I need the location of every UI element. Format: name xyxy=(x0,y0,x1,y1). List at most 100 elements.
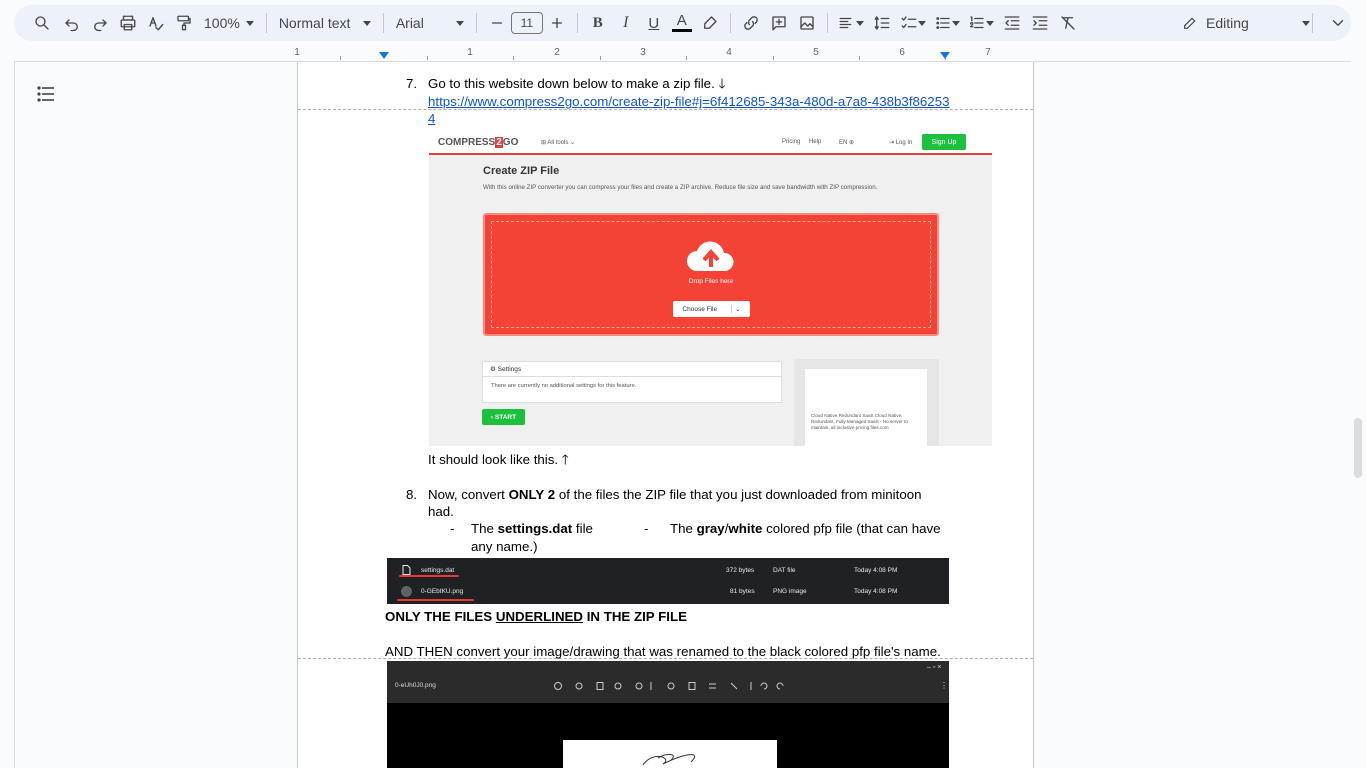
sub2-pre: The xyxy=(670,521,697,536)
bullet-list-icon[interactable] xyxy=(930,9,964,37)
text-color-glyph: A xyxy=(676,12,687,29)
look-like-text: It should look like this. 🡑 xyxy=(428,452,569,467)
ruler-number: 6 xyxy=(899,47,905,58)
file-date: Today 4:08 PM xyxy=(854,567,898,574)
ruler-number: 1 xyxy=(467,47,473,58)
s1-title: Create ZIP File xyxy=(483,165,560,177)
font-select[interactable]: Arial xyxy=(390,9,470,37)
viewer-filename: 0-eUh0J0.png xyxy=(395,682,436,689)
list-number-8: 8. xyxy=(406,487,418,502)
ruler-mark xyxy=(513,56,514,60)
file-name: settings.dat xyxy=(421,567,455,574)
checklist-caret-icon xyxy=(917,20,926,26)
undo-icon[interactable] xyxy=(58,9,86,37)
item8-text: Now, convert ONLY 2 of the files the ZIP… xyxy=(428,486,922,503)
line-spacing-icon[interactable] xyxy=(868,9,896,37)
ruler-number: 7 xyxy=(985,47,991,58)
text-color-button[interactable]: A xyxy=(668,9,696,37)
and-then-text: AND THEN convert your image/drawing that… xyxy=(385,644,941,659)
compress2go-link-cont[interactable]: 4 xyxy=(428,110,435,127)
document-outline-icon[interactable] xyxy=(36,84,56,104)
style-caret-icon xyxy=(362,20,371,26)
ruler-number: 5 xyxy=(813,47,819,58)
file-row: settings.dat 372 bytes DAT file Today 4:… xyxy=(387,560,949,580)
s1-description: With this online ZIP converter you can c… xyxy=(483,184,878,191)
add-comment-icon[interactable] xyxy=(765,9,793,37)
increase-indent-icon[interactable] xyxy=(1026,9,1054,37)
redo-icon[interactable] xyxy=(86,9,114,37)
zoom-caret-icon xyxy=(245,20,254,26)
compress2go-screenshot[interactable]: COMPRESS2GO ⊞ All tools ⌄ Pricing Help E… xyxy=(429,129,992,446)
toolbar: 100% Normal text Arial 11 B I U A Editin… xyxy=(14,5,1351,41)
insert-image-icon[interactable] xyxy=(793,9,821,37)
text-color-swatch xyxy=(671,29,692,32)
document-page[interactable]: 7. Go to this website down below to make… xyxy=(297,62,1034,768)
s1-choose-label: Choose File xyxy=(682,305,718,313)
viewer-tool-icons xyxy=(554,682,784,690)
numbered-list-icon[interactable] xyxy=(964,9,998,37)
font-size-input[interactable]: 11 xyxy=(510,12,543,34)
s1-signup: Sign Up xyxy=(922,134,966,150)
search-icon[interactable] xyxy=(28,9,56,37)
spellcheck-icon[interactable] xyxy=(142,9,170,37)
sub-bullet-dash: - xyxy=(450,521,455,536)
s1-ad-panel: Cloud Native Redundant SaaS Cloud Native… xyxy=(794,359,939,446)
file-date: Today 4:08 PM xyxy=(854,588,898,595)
underline-button[interactable]: U xyxy=(640,9,668,37)
only-files-underlined: UNDERLINED xyxy=(495,609,584,624)
image-viewer-screenshot[interactable]: 0-eUh0J0.png – ▫ × ⋮ xyxy=(387,661,949,768)
toolbar-separator xyxy=(475,13,477,33)
s1-lang: EN ⊕ xyxy=(839,140,855,146)
checklist-icon[interactable] xyxy=(896,9,930,37)
sub-item-pfp: The gray/white colored pfp file (that ca… xyxy=(670,520,941,537)
red-underline xyxy=(399,575,459,577)
clear-formatting-icon[interactable] xyxy=(1054,9,1082,37)
zoom-select[interactable]: 100% xyxy=(198,9,260,37)
font-caret-icon xyxy=(455,20,464,26)
toolbar-separator xyxy=(1312,13,1313,33)
right-indent-marker[interactable] xyxy=(940,52,950,59)
bold-button[interactable]: B xyxy=(584,9,612,37)
align-caret-icon xyxy=(855,20,864,26)
paragraph-style-select[interactable]: Normal text xyxy=(273,9,377,37)
compress2go-link[interactable]: https://www.compress2go.com/create-zip-f… xyxy=(428,93,950,110)
left-indent-marker[interactable] xyxy=(379,52,389,59)
minus-icon[interactable] xyxy=(483,9,511,37)
s1-settings-header: ⚙ Settings xyxy=(483,362,781,377)
item7-text: Go to this website down below to make a … xyxy=(428,76,726,91)
sub2-bold-gray: gray xyxy=(696,521,725,536)
collapse-chevron-icon[interactable] xyxy=(1324,9,1352,37)
file-name: 0-GEbtKU.png xyxy=(421,588,464,595)
ruler-mark xyxy=(773,56,774,60)
italic-button[interactable]: I xyxy=(612,9,640,37)
mode-caret-icon xyxy=(1302,20,1310,26)
sub-item-settings: The settings.dat file xyxy=(471,520,593,537)
file-row: 0-GEbtKU.png 81 bytes PNG image Today 4:… xyxy=(387,581,949,601)
horizontal-ruler[interactable]: 1 1 2 3 4 5 6 7 xyxy=(294,47,1033,61)
mode-select[interactable]: Editing xyxy=(1182,9,1310,37)
highlighter-icon[interactable] xyxy=(696,9,724,37)
only-files-pre: ONLY THE FILES xyxy=(385,609,496,624)
file-size: 81 bytes xyxy=(730,588,755,595)
toolbar-separator xyxy=(576,13,578,33)
s1-start-button: › START xyxy=(482,409,525,425)
bullet-caret-icon xyxy=(951,20,960,26)
pencil-icon xyxy=(1184,17,1196,29)
s1-login: ⇥ Log In xyxy=(889,140,913,146)
plus-icon[interactable] xyxy=(543,9,571,37)
link-icon[interactable] xyxy=(737,9,765,37)
ruler-mark xyxy=(686,56,687,60)
sub1-pre: The xyxy=(471,521,498,536)
align-icon[interactable] xyxy=(834,9,868,37)
canvas-left-edge xyxy=(14,62,15,768)
vertical-scrollbar[interactable] xyxy=(1354,418,1362,478)
s1-settings-panel: ⚙ Settings There are currently no additi… xyxy=(482,361,782,403)
decrease-indent-icon[interactable] xyxy=(998,9,1026,37)
zip-file-list-screenshot[interactable]: settings.dat 372 bytes DAT file Today 4:… xyxy=(387,558,949,604)
s1-choose-file: Choose File ⌄ xyxy=(673,301,750,317)
s1-logo-b: 2 xyxy=(495,137,503,148)
list-number-7: 7. xyxy=(406,76,418,91)
viewer-image-canvas xyxy=(563,740,777,768)
print-icon[interactable] xyxy=(114,9,142,37)
paint-format-icon[interactable] xyxy=(170,9,198,37)
